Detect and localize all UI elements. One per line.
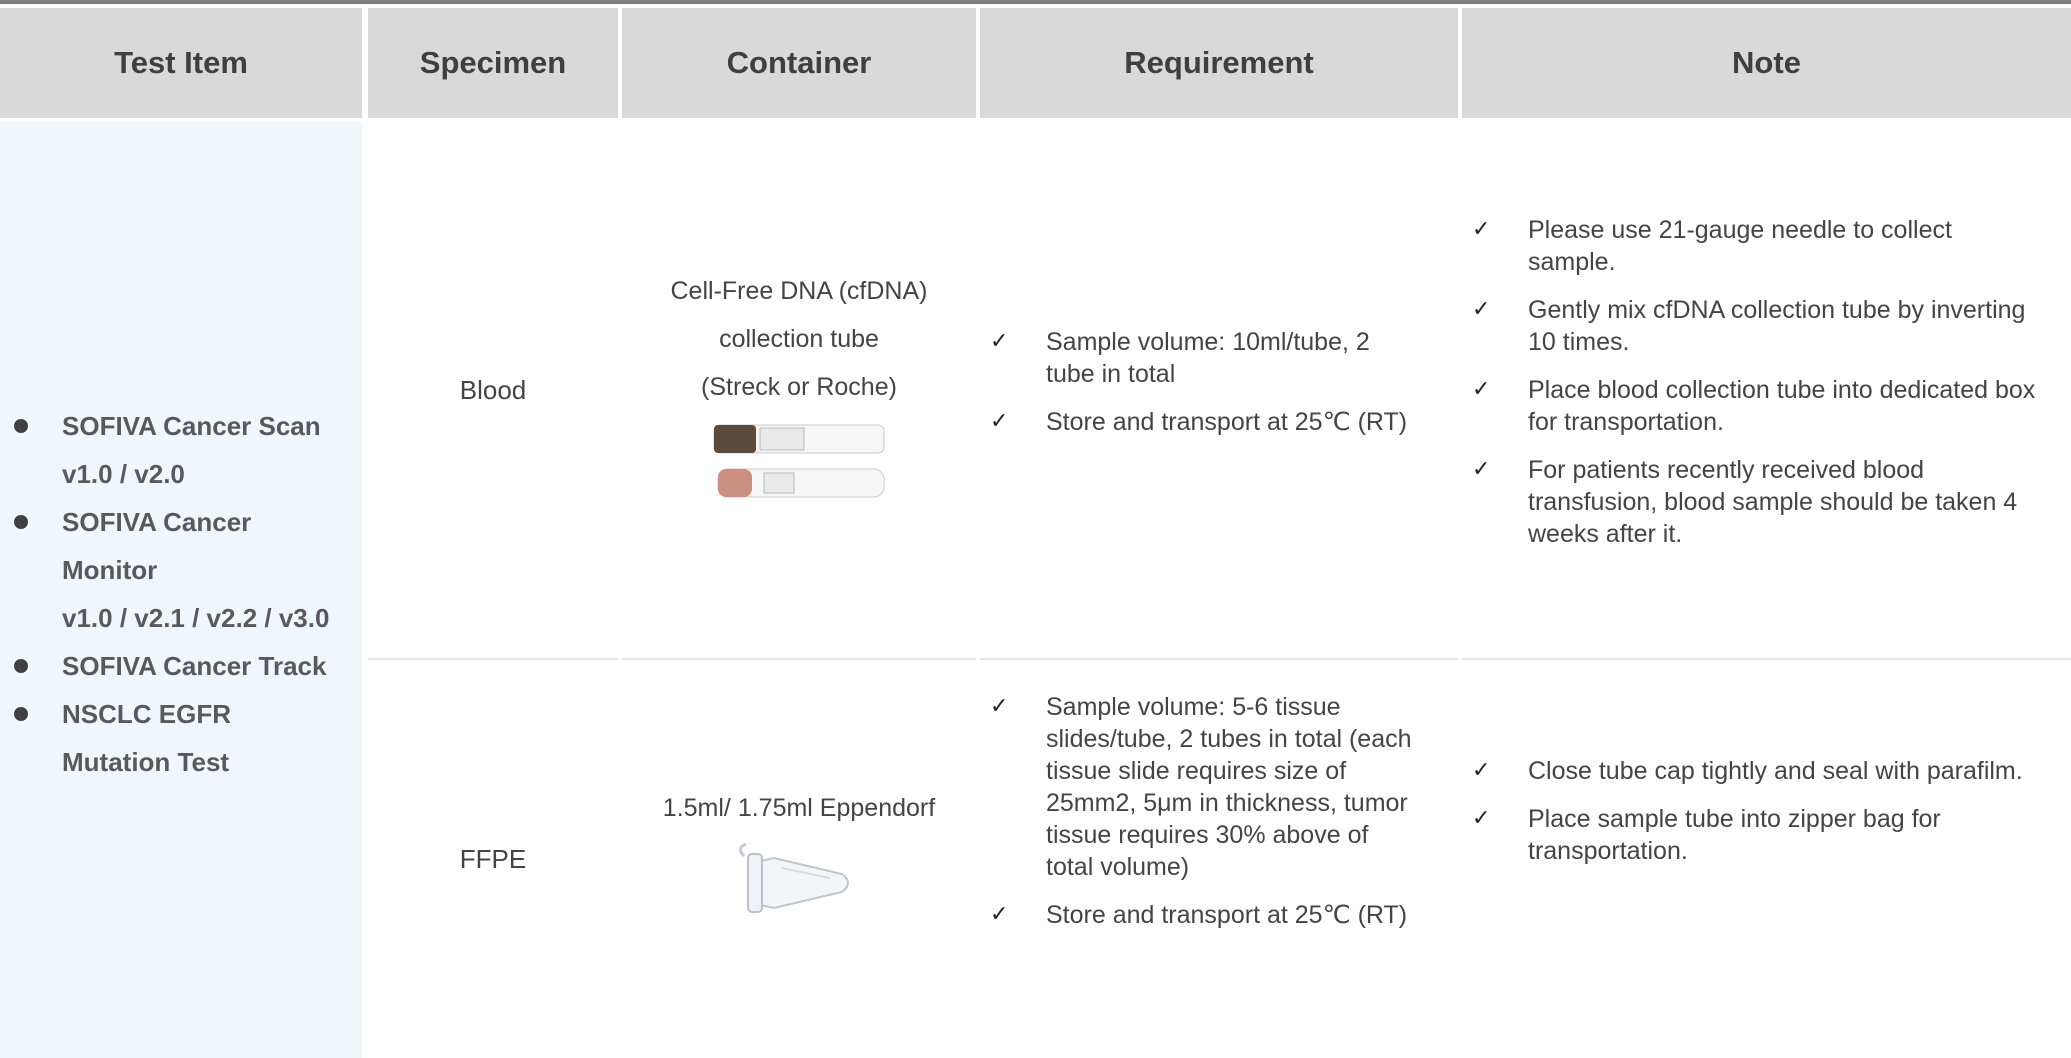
note-item: ✓ Close tube cap tightly and seal with pa… <box>1472 757 2023 785</box>
note-list: ✓ Please use 21-gauge needle to collect s… <box>1462 214 2042 566</box>
check-mark-icon: ✓ <box>1472 457 1491 482</box>
check-mark-icon: ✓ <box>1472 806 1491 831</box>
header-specimen: Specimen <box>368 8 618 118</box>
header-container: Container <box>622 8 976 118</box>
note-ffpe: ✓ Close tube cap tightly and seal with pa… <box>1462 660 2071 1058</box>
specimen-blood: Blood <box>459 374 527 405</box>
requirement-list: ✓ Sample volume: 10ml/tube, 2 tube in tot… <box>980 326 1420 454</box>
note-item: ✓ Gently mix cfDNA collection tube by inv… <box>1472 296 2026 356</box>
container-ffpe: 1.5ml/ 1.75ml Eppendorf <box>622 660 976 1058</box>
check-mark-icon: ✓ <box>990 329 1009 354</box>
requirement-item: ✓ Store and transport at 25℃ (RT) <box>990 408 1408 436</box>
requirement-item: ✓ Sample volume: 10ml/tube, 2 tube in tot… <box>990 328 1370 388</box>
requirement-list: ✓ Sample volume: 5-6 tissue slides/tube, … <box>980 691 1420 947</box>
header-requirement: Requirement <box>980 8 1458 118</box>
check-mark-icon: ✓ <box>1472 758 1491 783</box>
header-note: Note <box>1462 8 2071 118</box>
specimen-ffpe: FFPE <box>459 843 527 874</box>
container-line: Cell-Free DNA (cfDNA) <box>670 277 928 305</box>
container-blood: Cell-Free DNA (cfDNA) collection tube (S… <box>622 122 976 658</box>
check-mark-icon: ✓ <box>1472 217 1491 242</box>
top-rule <box>0 0 2071 4</box>
note-blood: ✓ Please use 21-gauge needle to collect s… <box>1462 122 2071 658</box>
requirement-blood: ✓ Sample volume: 10ml/tube, 2 tube in tot… <box>980 122 1458 658</box>
blood-collection-tube-image <box>713 424 885 498</box>
note-item: ✓ For patients recently received blood tr… <box>1472 456 2018 548</box>
check-mark-icon: ✓ <box>990 902 1009 927</box>
container-line: collection tube <box>719 325 879 353</box>
test-item: SOFIVA Cancer Monitor v1.0 / v2.1 / v2.2 /… <box>0 498 362 642</box>
test-item-list: SOFIVA Cancer Scan v1.0 / v2.0 SOFIVA Can… <box>0 402 362 786</box>
bullet-dot-icon <box>14 515 28 529</box>
requirement-item: ✓ Store and transport at 25℃ (RT) <box>990 901 1408 929</box>
bullet-dot-icon <box>14 659 28 673</box>
requirement-ffpe: ✓ Sample volume: 5-6 tissue slides/tube, … <box>980 660 1458 1058</box>
check-mark-icon: ✓ <box>1472 297 1491 322</box>
check-mark-icon: ✓ <box>990 694 1009 719</box>
test-item: SOFIVA Cancer Scan v1.0 / v2.0 <box>0 402 362 498</box>
test-item: SOFIVA Cancer Track <box>0 642 362 690</box>
note-list: ✓ Close tube cap tightly and seal with pa… <box>1462 755 2042 883</box>
requirement-item: ✓ Sample volume: 5-6 tissue slides/tube, … <box>990 693 1412 881</box>
eppendorf-tube-image <box>739 842 849 913</box>
bullet-dot-icon <box>14 707 28 721</box>
check-mark-icon: ✓ <box>990 409 1009 434</box>
bullet-dot-icon <box>14 419 28 433</box>
header-test-item: Test Item <box>0 8 362 118</box>
note-item: ✓ Place sample tube into zipper bag for t… <box>1472 805 1941 865</box>
test-item: NSCLC EGFR Mutation Test <box>0 690 362 786</box>
check-mark-icon: ✓ <box>1472 377 1491 402</box>
container-line: 1.5ml/ 1.75ml Eppendorf <box>662 794 936 822</box>
test-item-cell: SOFIVA Cancer Scan v1.0 / v2.0 SOFIVA Can… <box>0 122 362 1058</box>
note-item: ✓ Place blood collection tube into dedica… <box>1472 376 2036 436</box>
container-line: (Streck or Roche) <box>701 373 897 401</box>
note-item: ✓ Please use 21-gauge needle to collect s… <box>1472 216 1952 276</box>
